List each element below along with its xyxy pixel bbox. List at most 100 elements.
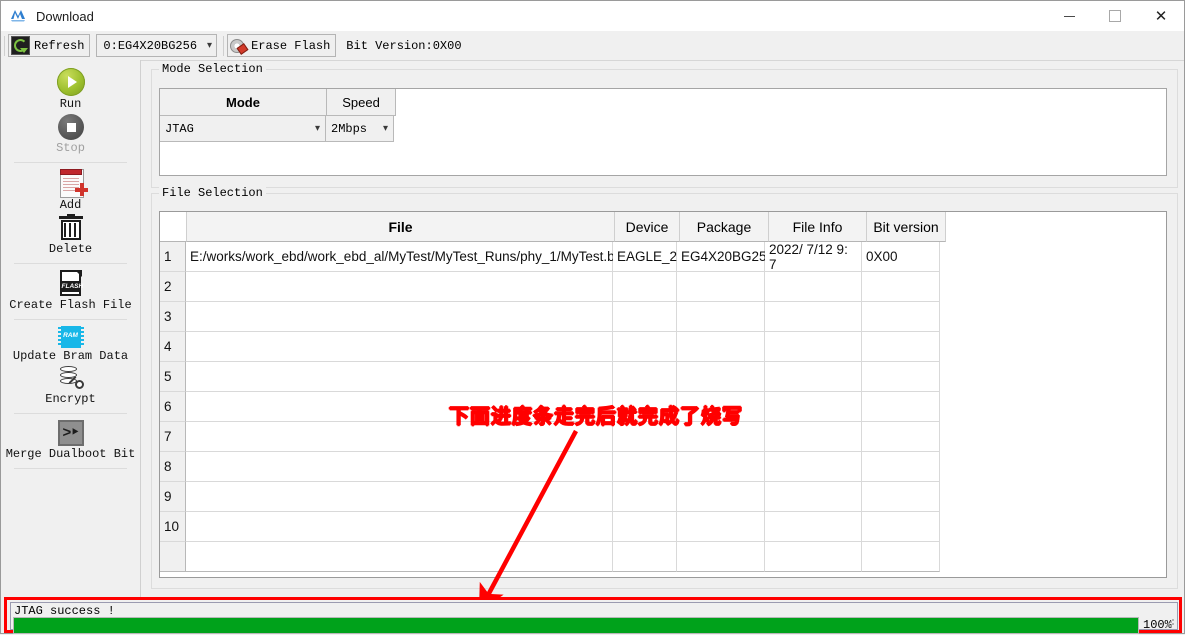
file-path-cell[interactable] [186, 392, 613, 422]
sidebar-item-update-bram-data[interactable]: RAM Update Bram Data [1, 326, 140, 363]
table-row[interactable]: 5 [160, 362, 1166, 392]
chevron-down-icon: ▾ [314, 123, 320, 135]
package-cell[interactable] [677, 392, 765, 422]
package-cell[interactable] [677, 422, 765, 452]
table-row[interactable]: 2 [160, 272, 1166, 302]
package-cell[interactable] [677, 482, 765, 512]
table-row[interactable] [160, 542, 1166, 572]
erase-flash-button[interactable]: Erase Flash [227, 34, 337, 57]
bit-version-cell[interactable] [862, 272, 940, 302]
file-info-cell[interactable] [765, 452, 862, 482]
mode-column-header: Mode [160, 89, 327, 116]
file-info-cell[interactable] [765, 362, 862, 392]
sidebar-item-delete[interactable]: Delete [1, 214, 140, 256]
device-cell[interactable] [613, 512, 677, 542]
bit-version-cell[interactable] [862, 512, 940, 542]
sidebar-divider-2 [14, 263, 127, 264]
file-info-cell[interactable] [765, 482, 862, 512]
package-cell[interactable] [677, 452, 765, 482]
package-cell[interactable] [677, 362, 765, 392]
row-number: 8 [160, 452, 186, 482]
package-cell[interactable] [677, 272, 765, 302]
file-path-cell[interactable] [186, 422, 613, 452]
package-cell[interactable] [677, 302, 765, 332]
table-row[interactable]: 4 [160, 332, 1166, 362]
file-selection-table[interactable]: File Device Package File Info Bit versio… [159, 211, 1167, 578]
file-path-cell[interactable] [186, 542, 613, 572]
bit-version-cell[interactable] [862, 362, 940, 392]
file-path-cell[interactable]: E:/works/work_ebd/work_ebd_al/MyTest/MyT… [186, 242, 621, 272]
file-info-cell[interactable] [765, 392, 862, 422]
file-table-body: 1 E:/works/work_ebd/work_ebd_al/MyTest/My… [160, 242, 1166, 572]
device-cell[interactable] [613, 422, 677, 452]
sidebar-item-create-flash-file[interactable]: FLASH Create Flash File [1, 270, 140, 312]
file-info-cell[interactable] [765, 332, 862, 362]
package-cell[interactable] [677, 332, 765, 362]
file-path-cell[interactable] [186, 302, 613, 332]
bit-version-cell[interactable] [862, 392, 940, 422]
chevron-down-icon: ▾ [207, 40, 213, 52]
table-row[interactable]: 9 [160, 482, 1166, 512]
file-path-cell[interactable] [186, 512, 613, 542]
table-row[interactable]: 7 [160, 422, 1166, 452]
bit-version-cell[interactable] [862, 332, 940, 362]
device-column-header[interactable]: Device [615, 212, 680, 242]
sidebar-item-add[interactable]: Add [1, 169, 140, 212]
bit-version-cell[interactable] [862, 482, 940, 512]
sidebar-item-merge-dualboot-bit[interactable]: Merge Dualboot Bit [1, 420, 140, 461]
speed-select[interactable]: 2Mbps ▾ [326, 116, 394, 142]
close-button[interactable]: ✕ [1138, 1, 1184, 31]
sidebar-divider-3 [14, 319, 127, 320]
sidebar-item-encrypt[interactable]: Encrypt [1, 365, 140, 406]
package-cell[interactable]: EG4X20BG256 [677, 242, 774, 272]
file-info-cell[interactable] [765, 272, 862, 302]
file-info-cell[interactable]: 2022/ 7/12 9: 7 [765, 242, 862, 272]
device-cell[interactable] [613, 302, 677, 332]
bit-version-column-header[interactable]: Bit version [867, 212, 946, 242]
bit-version-cell[interactable] [862, 302, 940, 332]
file-path-cell[interactable] [186, 332, 613, 362]
device-cell[interactable]: EAGLE_20 [613, 242, 685, 272]
package-cell[interactable] [677, 512, 765, 542]
mode-selection-group: Mode Selection Mode Speed JTAG ▾ 2Mbps ▾ [151, 62, 1178, 188]
file-info-cell[interactable] [765, 512, 862, 542]
device-cell[interactable] [613, 482, 677, 512]
device-cell[interactable] [613, 392, 677, 422]
mode-select[interactable]: JTAG ▾ [160, 116, 326, 142]
table-row[interactable]: 8 [160, 452, 1166, 482]
package-cell[interactable] [677, 542, 765, 572]
device-cell[interactable] [613, 332, 677, 362]
file-path-cell[interactable] [186, 482, 613, 512]
file-info-cell[interactable] [765, 542, 862, 572]
flash-file-icon: FLASH [59, 270, 83, 297]
maximize-button[interactable] [1092, 1, 1138, 31]
file-column-header[interactable]: File [187, 212, 615, 242]
resize-grip[interactable] [1165, 618, 1175, 628]
package-column-header[interactable]: Package [680, 212, 769, 242]
bit-version-cell[interactable]: 0X00 [862, 242, 940, 272]
table-row[interactable]: 1 E:/works/work_ebd/work_ebd_al/MyTest/My… [160, 242, 1166, 272]
bit-version-cell[interactable] [862, 452, 940, 482]
device-select[interactable]: 0:EG4X20BG256 ▾ [96, 34, 218, 57]
file-info-cell[interactable] [765, 422, 862, 452]
sidebar-item-stop[interactable]: Stop [1, 113, 140, 155]
device-cell[interactable] [613, 542, 677, 572]
device-cell[interactable] [613, 272, 677, 302]
refresh-button[interactable]: Refresh [8, 34, 91, 57]
file-info-cell[interactable] [765, 302, 862, 332]
file-info-column-header[interactable]: File Info [769, 212, 867, 242]
table-row[interactable]: 3 [160, 302, 1166, 332]
sidebar-item-run[interactable]: Run [1, 68, 140, 111]
mode-selection-legend: Mode Selection [159, 62, 266, 76]
table-row[interactable]: 6 [160, 392, 1166, 422]
device-cell[interactable] [613, 452, 677, 482]
file-path-cell[interactable] [186, 362, 613, 392]
device-cell[interactable] [613, 362, 677, 392]
bit-version-cell[interactable] [862, 422, 940, 452]
title-bar: Download ✕ [1, 1, 1184, 31]
table-row[interactable]: 10 [160, 512, 1166, 542]
file-path-cell[interactable] [186, 272, 613, 302]
minimize-button[interactable] [1046, 1, 1092, 31]
bit-version-cell[interactable] [862, 542, 940, 572]
file-path-cell[interactable] [186, 452, 613, 482]
